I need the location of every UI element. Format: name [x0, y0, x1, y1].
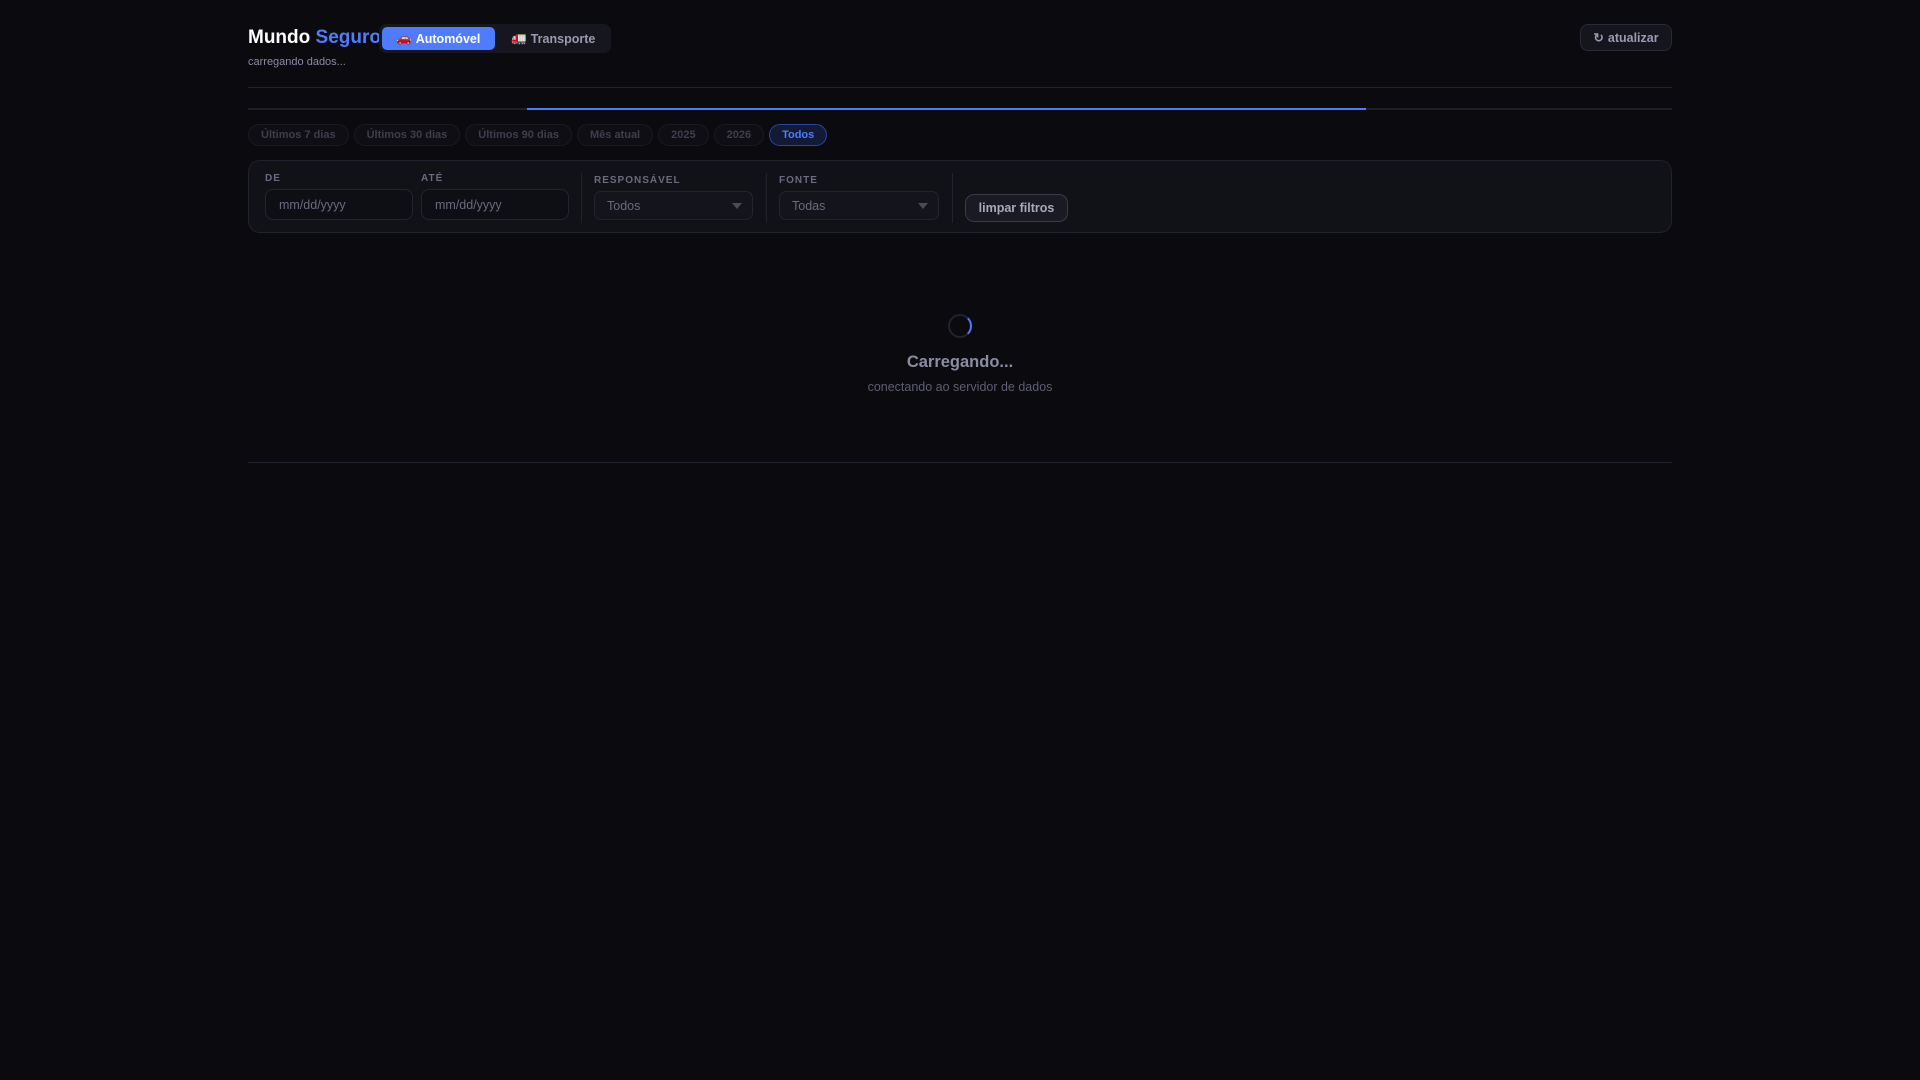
brand-title: Mundo Seguro	[248, 27, 381, 49]
filter-separator	[952, 173, 953, 223]
loading-spinner-icon	[948, 314, 972, 338]
header-divider	[248, 87, 1672, 88]
filter-separator	[766, 173, 767, 223]
owner-select[interactable]: Todos	[594, 191, 753, 220]
brand-name: Mundo	[248, 27, 311, 48]
tab-label: Automóvel	[415, 31, 481, 46]
loading-progress-bar	[248, 108, 1672, 110]
period-chip[interactable]: Todos	[769, 124, 828, 146]
product-tabs: 🚗 Automóvel 🚛 Transporte	[379, 24, 611, 53]
brand-accent: Seguro	[315, 27, 381, 48]
source-select[interactable]: Todas	[779, 191, 939, 220]
period-chip[interactable]: Últimos 7 dias	[248, 124, 349, 146]
tab-transporte[interactable]: 🚛 Transporte	[499, 27, 609, 50]
progress-fill	[527, 108, 1366, 110]
owner-label: RESPONSÁVEL	[594, 175, 681, 186]
source-label: FONTE	[779, 175, 818, 186]
loading-subtitle: conectando ao servidor de dados	[867, 380, 1053, 394]
refresh-button[interactable]: ↻ atualizar	[1580, 24, 1672, 51]
to-date-input[interactable]: mm/dd/yyyy	[421, 189, 569, 220]
from-date-input[interactable]: mm/dd/yyyy	[265, 189, 413, 220]
status-subtitle: carregando dados...	[248, 56, 346, 68]
tab-label: Transporte	[530, 31, 596, 46]
content-divider	[248, 462, 1672, 463]
filter-panel: DE mm/dd/yyyy ATÉ mm/dd/yyyy RESPONSÁVEL…	[248, 160, 1672, 233]
to-label: ATÉ	[421, 173, 444, 184]
loading-title: Carregando...	[906, 353, 1014, 371]
refresh-icon: ↻	[1593, 31, 1604, 45]
from-label: DE	[265, 173, 281, 184]
chevron-down-icon	[732, 202, 742, 209]
car-icon: 🚗	[396, 31, 412, 45]
tab-automovel[interactable]: 🚗 Automóvel	[382, 27, 495, 50]
truck-icon: 🚛	[511, 31, 527, 45]
clear-filters-button[interactable]: limpar filtros	[965, 194, 1068, 222]
period-chip[interactable]: 2025	[658, 124, 709, 146]
filter-separator	[581, 173, 582, 223]
period-chip[interactable]: Últimos 90 dias	[465, 124, 572, 146]
owner-value: Todos	[607, 198, 641, 213]
chevron-down-icon	[918, 202, 928, 209]
period-chips: Últimos 7 dias Últimos 30 dias Últimos 90 …	[248, 124, 828, 146]
refresh-label: atualizar	[1607, 30, 1659, 45]
period-chip[interactable]: Últimos 30 dias	[353, 124, 461, 146]
source-value: Todas	[792, 198, 826, 213]
period-chip[interactable]: 2026	[713, 124, 765, 146]
period-chip[interactable]: Mês atual	[576, 124, 654, 146]
